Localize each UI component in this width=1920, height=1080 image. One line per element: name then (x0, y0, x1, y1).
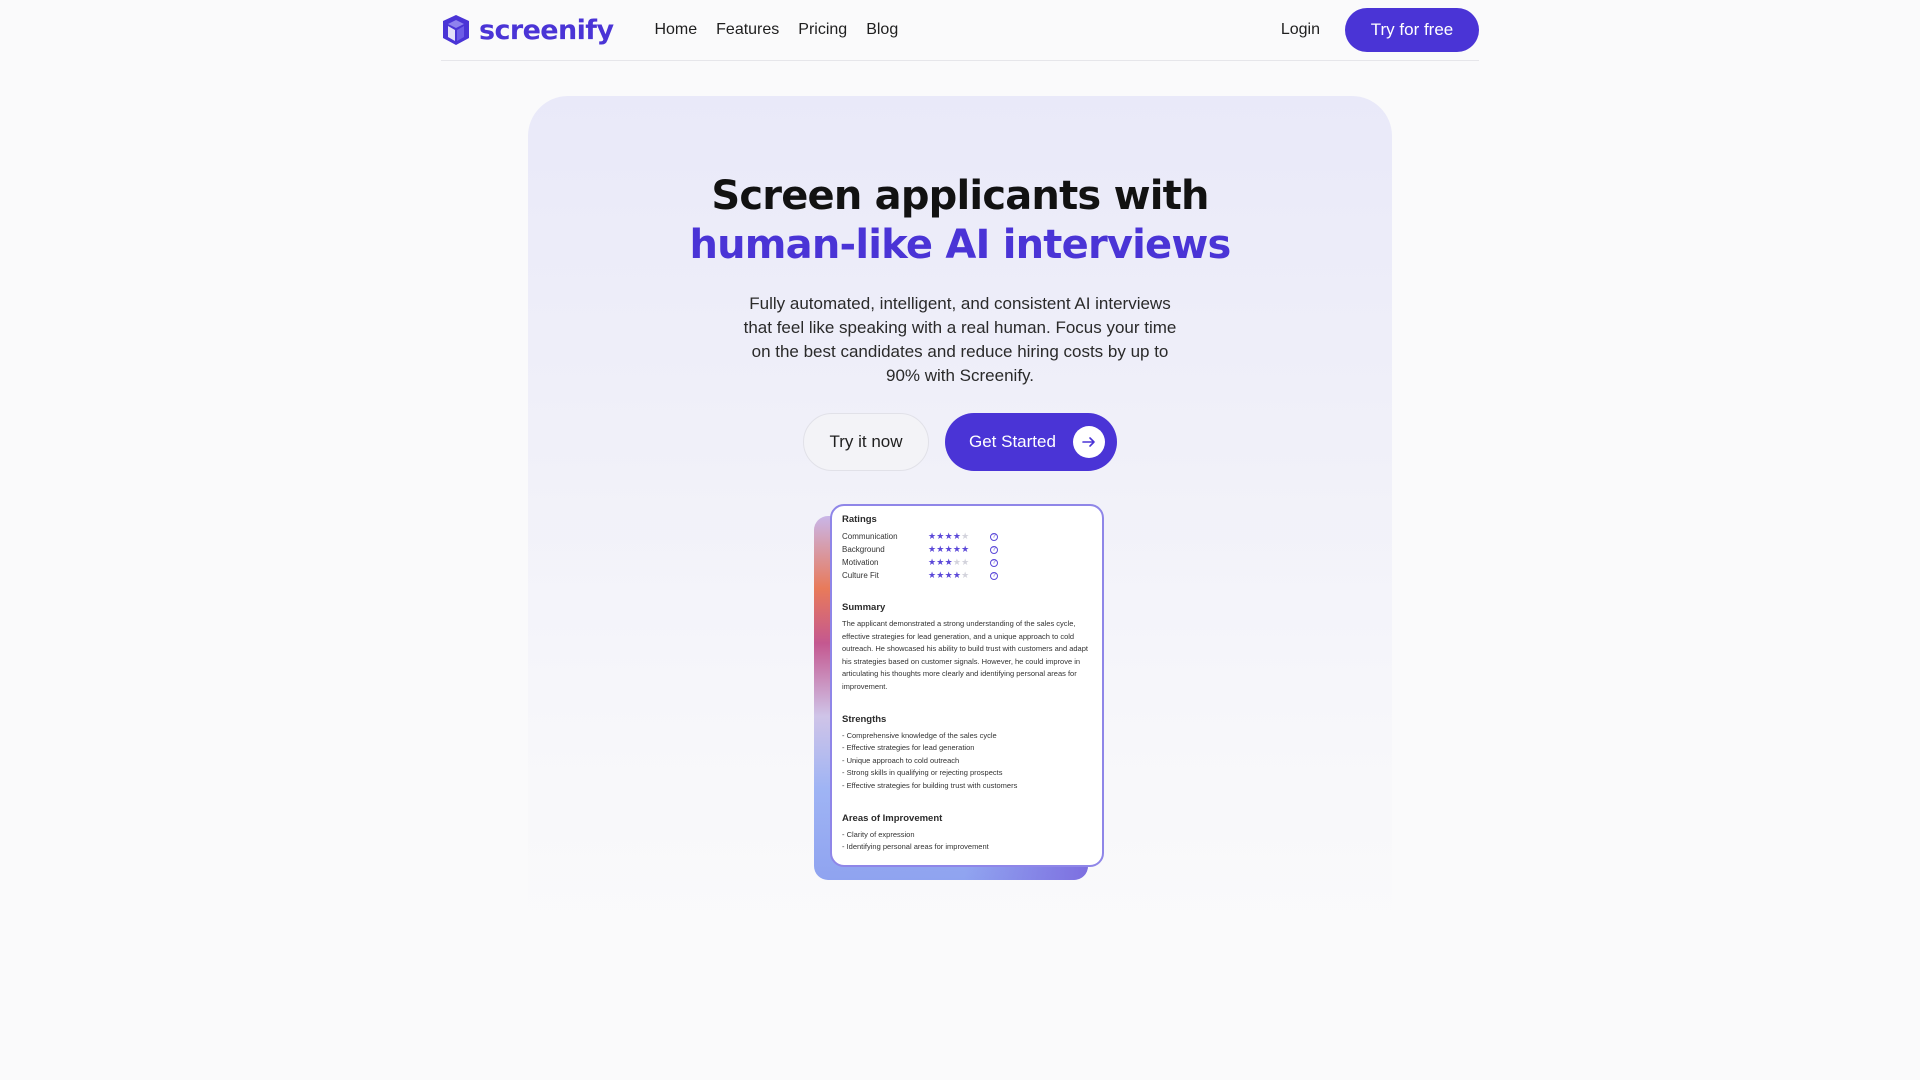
summary-section: Summary The applicant demonstrated a str… (842, 602, 1092, 694)
shield-logo-icon (443, 15, 469, 45)
arrow-right-icon (1073, 426, 1105, 458)
rating-row: Background ★★★★★? (842, 543, 1092, 556)
list-item: - Effective strategies for lead generati… (842, 743, 975, 753)
list-item: - Comprehensive knowledge of the sales c… (842, 730, 997, 740)
try-for-free-button[interactable]: Try for free (1345, 8, 1479, 52)
star-rating: ★★★★★ (928, 544, 990, 555)
list-item: - Clarity of expression (842, 829, 915, 839)
rating-row: Culture Fit ★★★★★? (842, 569, 1092, 582)
hero-cta-group: Try it now Get Started (803, 413, 1117, 471)
hero-title: Screen applicants with human-like AI int… (528, 172, 1392, 270)
list-item: - Unique approach to cold outreach (842, 755, 960, 765)
interview-report-card: Ratings Communication ★★★★★? Background ★★★… (830, 504, 1104, 867)
star-icon: ★ (944, 570, 953, 580)
star-icon: ★ (952, 570, 962, 580)
get-started-label: Get Started (969, 432, 1056, 451)
hero-description: Fully automated, intelligent, and consis… (743, 294, 1177, 385)
rating-label: Background (842, 545, 885, 554)
strengths-section: Strengths - Comprehensive knowledge of t… (842, 714, 1092, 793)
star-rating: ★★★★★ (928, 531, 990, 542)
ratings-heading: Ratings (842, 514, 877, 525)
star-icon: ★ (961, 531, 970, 541)
star-icon: ★ (961, 557, 970, 567)
list-item: - Strong skills in qualifying or rejecti… (842, 768, 1003, 778)
hero-title-line1: Screen applicants with (711, 173, 1209, 219)
list-item: - Identifying personal areas for improve… (842, 842, 989, 852)
rating-label: Culture Fit (842, 571, 879, 580)
nav-link-blog[interactable]: Blog (866, 21, 898, 39)
ratings-list: Communication ★★★★★? Background ★★★★★? Motiv… (842, 530, 1092, 582)
star-icon: ★ (952, 531, 962, 541)
rating-row: Motivation ★★★★★? (842, 556, 1092, 569)
strengths-list: - Comprehensive knowledge of the sales c… (842, 730, 1092, 793)
help-circle-icon[interactable]: ? (990, 571, 998, 580)
improvements-section: Areas of Improvement - Clarity of expres… (842, 813, 1092, 854)
nav-links: Home Features Pricing Blog (654, 21, 898, 39)
rating-label: Motivation (842, 558, 879, 567)
star-rating: ★★★★★ (928, 557, 990, 568)
get-started-button[interactable]: Get Started (945, 413, 1117, 471)
star-icon: ★ (944, 557, 953, 567)
star-icon: ★ (944, 531, 953, 541)
brand-name: screenify (479, 14, 614, 46)
star-icon: ★ (936, 531, 945, 541)
try-it-now-button[interactable]: Try it now (803, 413, 929, 471)
star-icon: ★ (944, 544, 953, 554)
star-rating: ★★★★★ (928, 570, 990, 581)
list-item: - Effective strategies for building trus… (842, 780, 1018, 790)
star-icon: ★ (961, 544, 970, 554)
help-circle-icon[interactable]: ? (990, 545, 998, 554)
help-circle-icon[interactable]: ? (990, 558, 998, 567)
improvements-list: - Clarity of expression - Identifying per… (842, 829, 1092, 854)
nav-link-home[interactable]: Home (654, 21, 697, 39)
nav-link-pricing[interactable]: Pricing (798, 21, 847, 39)
rating-row: Communication ★★★★★? (842, 530, 1092, 543)
login-link[interactable]: Login (1281, 21, 1320, 39)
star-icon: ★ (936, 570, 945, 580)
brand-logo[interactable]: screenify (442, 14, 614, 46)
improvements-heading: Areas of Improvement (842, 812, 943, 824)
star-icon: ★ (936, 544, 945, 554)
star-icon: ★ (936, 557, 945, 567)
star-icon: ★ (952, 557, 962, 567)
summary-text: The applicant demonstrated a strong unde… (842, 619, 1088, 691)
nav-actions: Login Try for free (1281, 8, 1479, 52)
help-circle-icon[interactable]: ? (990, 532, 998, 541)
star-icon: ★ (961, 570, 970, 580)
hero-title-line2: human-like AI interviews (689, 222, 1231, 268)
strengths-heading: Strengths (842, 713, 887, 725)
rating-label: Communication (842, 532, 898, 541)
hero-card: Screen applicants with human-like AI int… (528, 96, 1392, 946)
nav-link-features[interactable]: Features (716, 21, 779, 39)
star-icon: ★ (952, 544, 962, 554)
summary-heading: Summary (842, 602, 886, 613)
top-nav: screenify Home Features Pricing Blog Log… (441, 0, 1479, 61)
